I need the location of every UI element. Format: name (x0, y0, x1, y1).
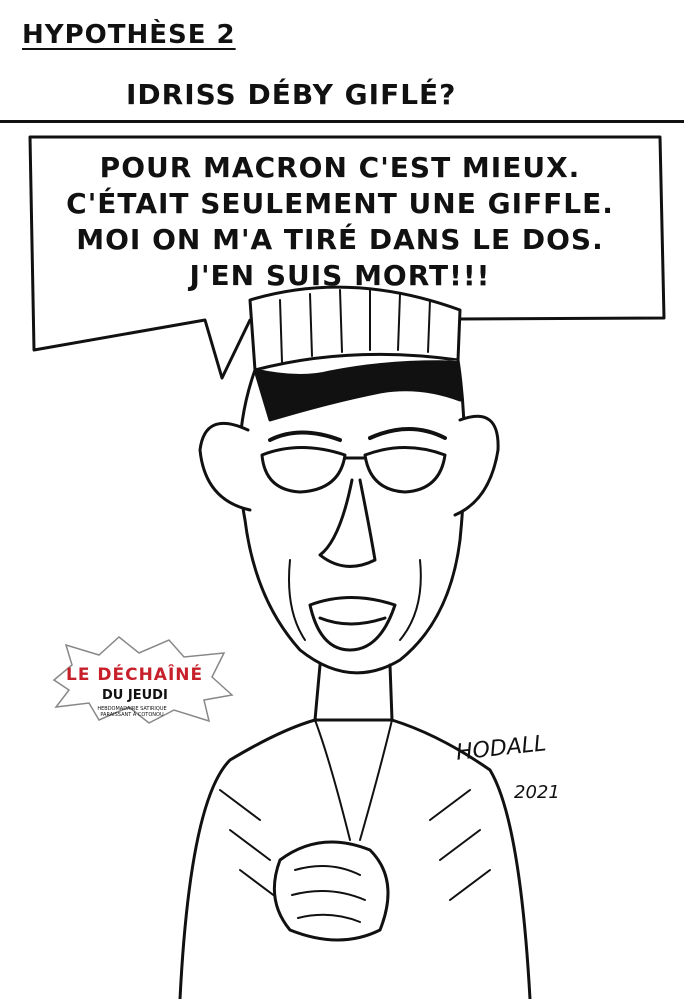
speech-line: C'ÉTAIT SEULEMENT UNE GIFFLE. (66, 187, 614, 220)
speech-bubble-text: POUR MACRON C'EST MIEUX. C'ÉTAIT SEULEME… (40, 150, 640, 294)
signature-year: 2021 (514, 782, 560, 803)
speech-line: J'EN SUIS MORT!!! (189, 259, 491, 292)
right-ear (453, 414, 500, 517)
logo-tagline: HEBDOMADAIRE SATIRIQUE PARAISSANT À COTO… (97, 706, 167, 718)
speech-line: MOI ON M'A TIRÉ DANS LE DOS. (76, 223, 604, 256)
speech-line: POUR MACRON C'EST MIEUX. (99, 151, 581, 184)
logo-subtitle: DU JEUDI (102, 688, 168, 703)
left-ear (198, 421, 252, 512)
logo-title: LE DÉCHAÎNÉ (66, 665, 204, 685)
